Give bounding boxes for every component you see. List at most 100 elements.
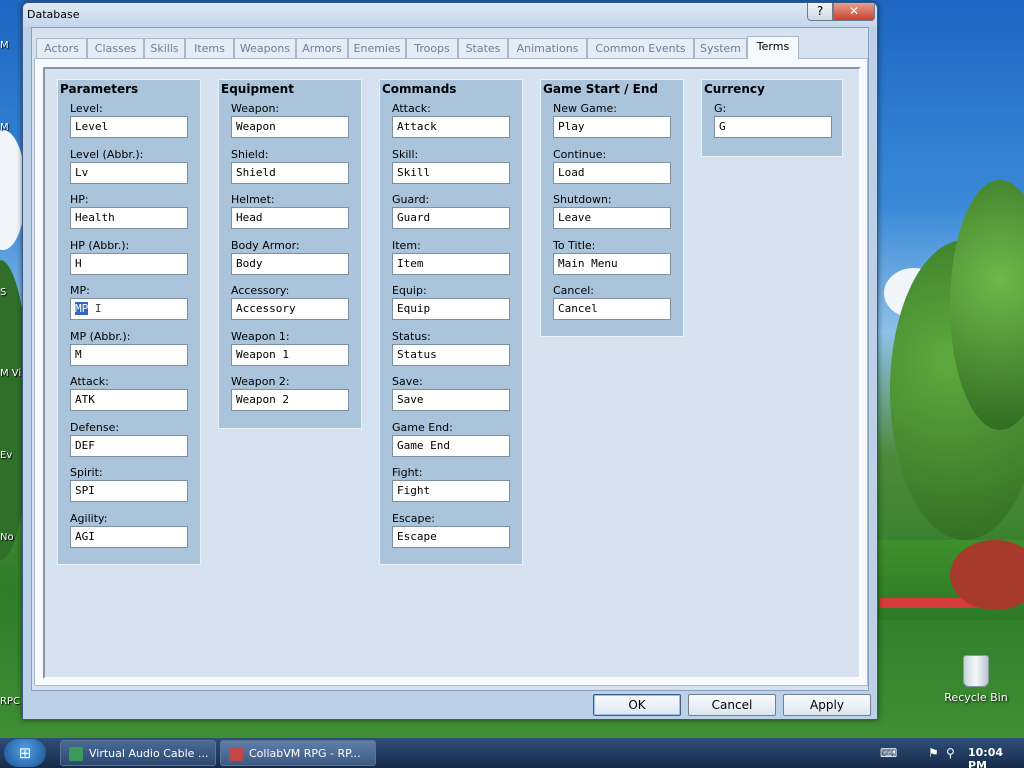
term-input[interactable]: SPI bbox=[70, 480, 188, 502]
term-input[interactable]: Leave bbox=[553, 207, 671, 229]
term-input[interactable]: Guard bbox=[392, 207, 510, 229]
term-input[interactable]: Save bbox=[392, 389, 510, 411]
term-input-value: AGI bbox=[75, 529, 95, 543]
term-input-value: Weapon 1 bbox=[236, 347, 289, 361]
field-parameters: Agility: AGI bbox=[70, 512, 190, 548]
search-icon[interactable]: ⚲ bbox=[946, 746, 960, 760]
close-button[interactable]: ✕ bbox=[833, 3, 875, 21]
help-button[interactable]: ? bbox=[807, 3, 833, 21]
terms-content: Parameters Level: Level Level (Abbr.): Lv HP:… bbox=[43, 67, 861, 679]
term-input-value: Weapon bbox=[236, 120, 276, 133]
field-label: MP (Abbr.): bbox=[70, 329, 131, 343]
term-input[interactable]: Shield bbox=[231, 161, 349, 184]
tab-common-events[interactable]: Common Events bbox=[587, 38, 694, 58]
term-input[interactable]: Main Menu bbox=[553, 252, 671, 275]
desktop-icon[interactable]: RPC bbox=[0, 696, 24, 707]
clock[interactable]: 10:04 PM bbox=[968, 746, 1024, 768]
cancel-button[interactable]: Cancel bbox=[688, 694, 776, 716]
title-bar[interactable]: Database ? ✕ bbox=[23, 3, 877, 27]
field-label: Helmet: bbox=[231, 193, 275, 206]
term-input[interactable]: Accessory bbox=[231, 298, 349, 320]
field-commands: Game End: Game End bbox=[392, 421, 512, 457]
field-label: Weapon 1: bbox=[231, 329, 290, 343]
taskbar-item-collabvm-rpg[interactable]: CollabVM RPG - RP... bbox=[220, 740, 376, 766]
field-label: Item: bbox=[392, 238, 421, 252]
tab-items[interactable]: Items bbox=[185, 38, 234, 58]
field-commands: Status: Status bbox=[392, 330, 512, 366]
desktop-icon[interactable]: S bbox=[0, 287, 24, 298]
term-input[interactable]: Game End bbox=[392, 434, 510, 457]
tab-states[interactable]: States bbox=[458, 38, 508, 58]
field-label: Weapon 2: bbox=[231, 375, 290, 388]
term-input[interactable]: AGI bbox=[70, 525, 188, 548]
field-label: Save: bbox=[392, 375, 423, 388]
tab-actors[interactable]: Actors bbox=[36, 38, 87, 58]
tab-classes[interactable]: Classes bbox=[87, 38, 144, 58]
term-input[interactable]: Head bbox=[231, 207, 349, 229]
tab-system[interactable]: System bbox=[694, 38, 747, 58]
database-window: Database ? ✕ Actors Classes Skills Items Wea… bbox=[22, 2, 878, 720]
field-game-start-end: Continue: Load bbox=[553, 148, 673, 184]
term-input[interactable]: Lv bbox=[70, 161, 188, 184]
term-input[interactable]: Item bbox=[392, 252, 510, 275]
apply-button[interactable]: Apply bbox=[783, 694, 871, 716]
term-input[interactable]: Health bbox=[70, 207, 188, 229]
recycle-bin[interactable]: Recycle Bin bbox=[940, 655, 1012, 704]
term-input[interactable]: Play bbox=[553, 116, 671, 138]
term-input[interactable]: Attack bbox=[392, 116, 510, 138]
term-input[interactable]: Body bbox=[231, 252, 349, 275]
term-input-value: Load bbox=[558, 165, 585, 179]
term-input[interactable]: H bbox=[70, 252, 188, 275]
field-label: Level: bbox=[70, 102, 103, 115]
field-commands: Equip: Equip bbox=[392, 284, 512, 320]
field-commands: Save: Save bbox=[392, 375, 512, 411]
term-input-value: Health bbox=[75, 211, 115, 224]
desktop-icon[interactable]: Ev bbox=[0, 450, 24, 461]
desktop-icon[interactable]: M bbox=[0, 122, 24, 133]
term-input[interactable]: Escape bbox=[392, 525, 510, 548]
field-game-start-end: Cancel: Cancel bbox=[553, 284, 673, 320]
desktop-icon[interactable]: M Vis bbox=[0, 368, 24, 379]
tab-armors[interactable]: Armors bbox=[296, 38, 348, 58]
field-commands: Guard: Guard bbox=[392, 193, 512, 229]
tab-enemies[interactable]: Enemies bbox=[348, 38, 406, 58]
start-button[interactable]: ⊞ bbox=[4, 739, 46, 767]
term-input[interactable]: Weapon 1 bbox=[231, 343, 349, 366]
field-parameters: MP: MP I bbox=[70, 284, 190, 320]
tab-weapons[interactable]: Weapons bbox=[234, 38, 296, 58]
term-input[interactable]: Equip bbox=[392, 298, 510, 320]
field-parameters: Spirit: SPI bbox=[70, 466, 190, 502]
term-input[interactable]: G bbox=[714, 116, 832, 138]
term-input[interactable]: Weapon 2 bbox=[231, 389, 349, 411]
term-input[interactable]: Level bbox=[70, 116, 188, 138]
term-input[interactable]: Fight bbox=[392, 480, 510, 502]
desktop-icon[interactable]: No bbox=[0, 532, 24, 543]
taskbar-item-virtual-audio-cable[interactable]: Virtual Audio Cable ... bbox=[60, 740, 216, 766]
term-input[interactable]: Cancel bbox=[553, 298, 671, 320]
tab-animations[interactable]: Animations bbox=[508, 38, 587, 58]
field-parameters: MP (Abbr.): M bbox=[70, 330, 190, 366]
field-label: New Game: bbox=[553, 102, 617, 115]
tab-skills[interactable]: Skills bbox=[144, 38, 185, 58]
term-input[interactable]: M bbox=[70, 343, 188, 366]
term-input[interactable]: MP I bbox=[70, 298, 188, 320]
text-cursor-icon: I bbox=[88, 302, 102, 315]
term-input[interactable]: ATK bbox=[70, 389, 188, 411]
term-input-value: SPI bbox=[75, 484, 95, 497]
term-input-value: Shield bbox=[236, 165, 276, 179]
field-label: MP: bbox=[70, 284, 90, 297]
term-input[interactable]: Weapon bbox=[231, 116, 349, 138]
term-input-value: Status bbox=[397, 347, 437, 361]
field-label: Accessory: bbox=[231, 284, 290, 297]
term-input[interactable]: DEF bbox=[70, 434, 188, 457]
tab-troops[interactable]: Troops bbox=[406, 38, 458, 58]
tab-terms[interactable]: Terms bbox=[747, 36, 799, 59]
term-input[interactable]: Skill bbox=[392, 161, 510, 184]
term-input-value: Escape bbox=[397, 529, 437, 543]
term-input[interactable]: Load bbox=[553, 161, 671, 184]
network-icon[interactable]: ⚑ bbox=[928, 746, 942, 760]
keyboard-icon[interactable]: ⌨ bbox=[880, 746, 897, 760]
term-input[interactable]: Status bbox=[392, 343, 510, 366]
ok-button[interactable]: OK bbox=[593, 694, 681, 716]
desktop-icon[interactable]: M bbox=[0, 40, 24, 51]
